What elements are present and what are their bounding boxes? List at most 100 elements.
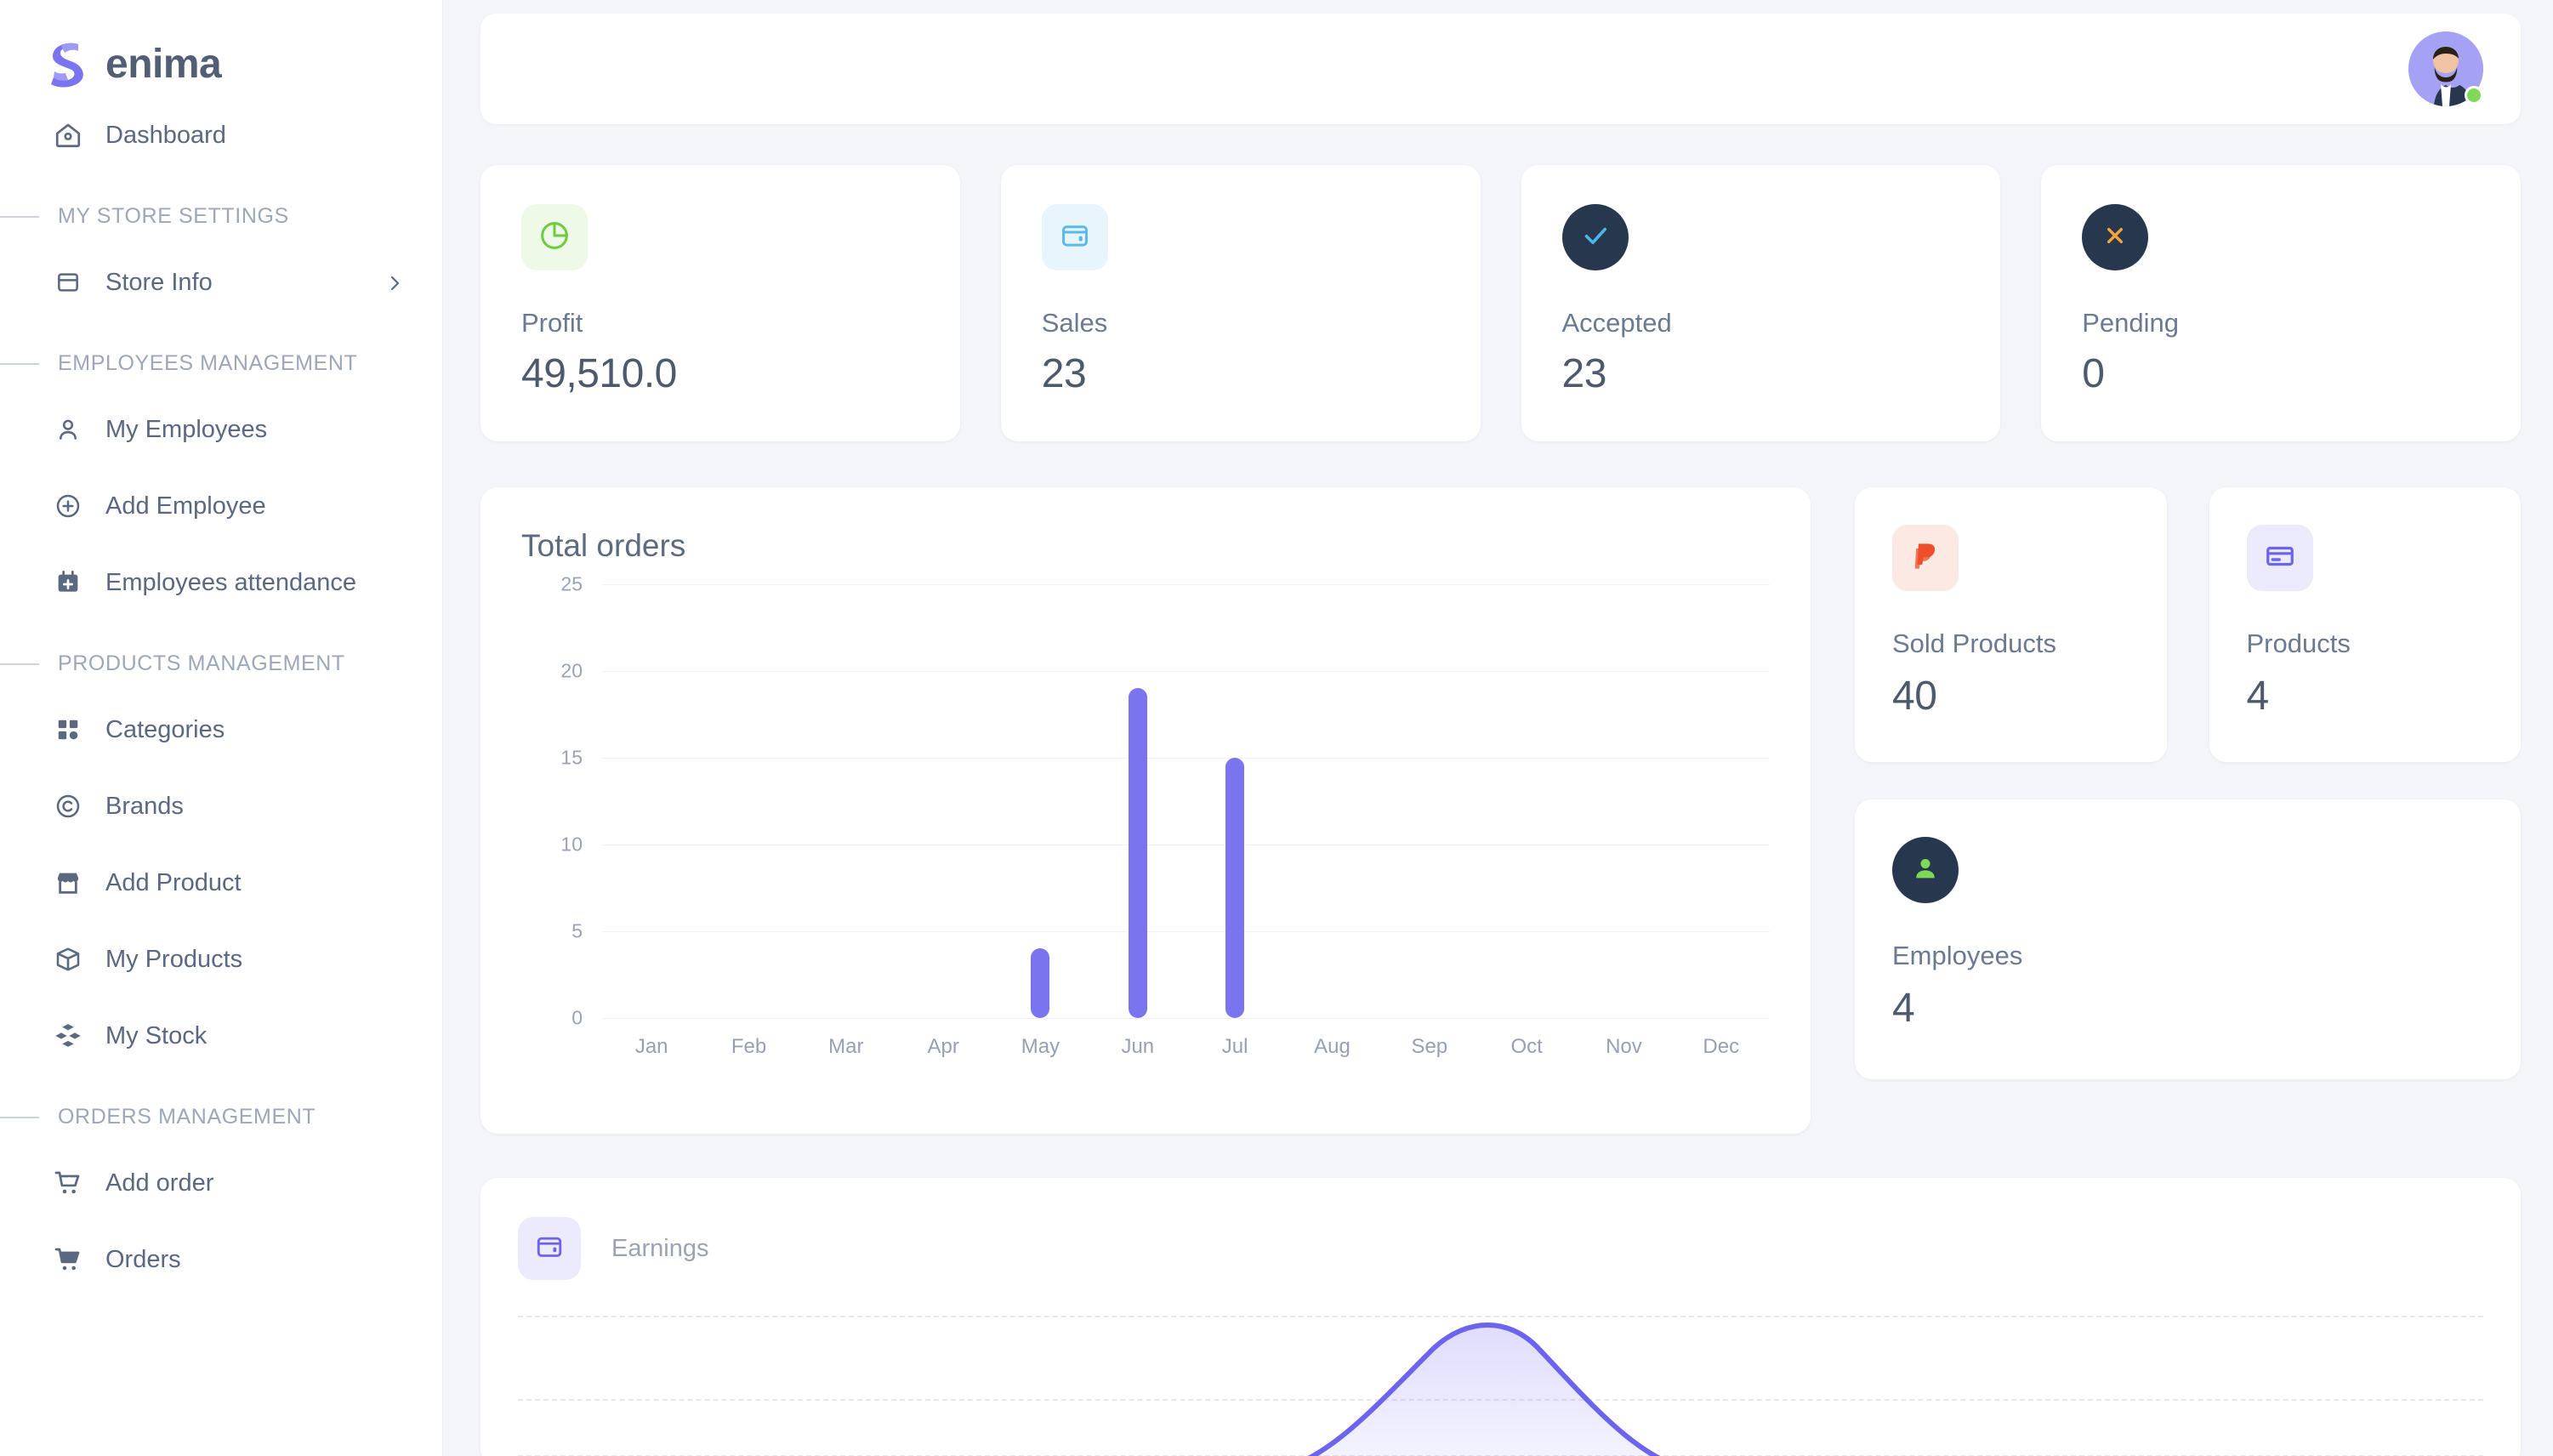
bar-column[interactable] xyxy=(1186,584,1283,1018)
section-divider xyxy=(0,362,39,365)
sidebar-item-add-product[interactable]: Add Product xyxy=(0,845,442,921)
bar-column[interactable] xyxy=(895,584,992,1018)
stat-label: Pending xyxy=(2082,308,2180,338)
bar-column[interactable] xyxy=(603,584,700,1018)
home-icon xyxy=(53,120,83,151)
brand[interactable]: enima xyxy=(0,24,442,97)
bar[interactable] xyxy=(1225,758,1245,1018)
stat-value: 40 xyxy=(1892,674,1937,719)
sidebar-item-dashboard[interactable]: Dashboard xyxy=(0,97,442,173)
boxes-icon xyxy=(53,1021,83,1051)
stat-label: Accepted xyxy=(1561,308,1672,338)
bar-column[interactable] xyxy=(700,584,797,1018)
x-tick-label: Oct xyxy=(1510,1035,1543,1058)
x-tick-label: Aug xyxy=(1314,1035,1350,1058)
x-tick-label: Jul xyxy=(1221,1035,1248,1058)
sidebar-item-my-employees[interactable]: My Employees xyxy=(0,391,442,468)
wallet-icon xyxy=(534,1231,565,1266)
bar-column[interactable] xyxy=(1283,584,1380,1018)
bar[interactable] xyxy=(1031,948,1050,1018)
check-icon xyxy=(1580,220,1611,255)
person-icon xyxy=(1910,853,1941,888)
stat-card-profit[interactable]: Profit 49,510.0 xyxy=(480,165,960,441)
topbar xyxy=(480,14,2521,124)
stat-card-employees[interactable]: Employees 4 xyxy=(1855,799,2521,1079)
stat-card-sales[interactable]: Sales 23 xyxy=(1000,165,1481,441)
bar-column[interactable] xyxy=(1381,584,1478,1018)
calendar-plus-icon xyxy=(53,567,83,598)
stat-value: 23 xyxy=(1561,351,1607,396)
close-tile xyxy=(2082,204,2149,270)
sidebar-item-my-products[interactable]: My Products xyxy=(0,921,442,998)
x-tick-label: May xyxy=(1021,1035,1060,1058)
store-icon xyxy=(53,867,83,898)
sidebar-item-label: Add order xyxy=(105,1169,214,1197)
stat-label: Profit xyxy=(521,308,583,338)
bar-column[interactable] xyxy=(1673,584,1770,1018)
y-tick-label: 25 xyxy=(560,572,583,595)
section-title: PRODUCTS MANAGEMENT xyxy=(58,651,345,675)
sidebar-item-employees-attendance[interactable]: Employees attendance xyxy=(0,544,442,621)
chart-title: Total orders xyxy=(521,528,686,563)
box-icon xyxy=(53,944,83,975)
sidebar-item-label: Add Employee xyxy=(105,492,266,520)
section-divider xyxy=(0,663,39,665)
sidebar-item-label: Store Info xyxy=(105,268,213,296)
sidebar-item-brands[interactable]: Brands xyxy=(0,768,442,845)
main-content: Profit 49,510.0 Sales 23 Accepted 23 Pen… xyxy=(443,0,2553,1456)
bar-column[interactable] xyxy=(1575,584,1672,1018)
bar-column[interactable] xyxy=(798,584,895,1018)
y-tick-label: 10 xyxy=(560,833,583,856)
chart-bars xyxy=(603,584,1770,1018)
earnings-card: Earnings xyxy=(480,1178,2521,1456)
sidebar-section-orders: ORDERS MANAGEMENT xyxy=(0,1105,442,1129)
sidebar-item-my-stock[interactable]: My Stock xyxy=(0,998,442,1074)
side-cards-row: Sold Products 40 Products 4 xyxy=(1855,487,2521,762)
pie-chart-tile xyxy=(521,204,588,270)
gridline xyxy=(603,1018,1770,1019)
section-divider xyxy=(0,215,39,218)
sidebar-item-label: My Employees xyxy=(105,415,268,443)
sidebar-section-store: MY STORE SETTINGS xyxy=(0,204,442,229)
credit-card-icon xyxy=(2264,540,2296,577)
bar-column[interactable] xyxy=(992,584,1089,1018)
stat-value: 4 xyxy=(1892,986,1915,1031)
sidebar-item-add-order[interactable]: Add order xyxy=(0,1145,442,1221)
bar-column[interactable] xyxy=(1089,584,1186,1018)
close-x-icon xyxy=(2101,222,2129,253)
s-logo-icon xyxy=(44,39,90,88)
sidebar-item-categories[interactable]: Categories xyxy=(0,691,442,768)
x-tick-label: Jan xyxy=(634,1035,668,1058)
sidebar-item-store-info[interactable]: Store Info xyxy=(0,244,442,321)
check-tile xyxy=(1561,204,1629,270)
bar-chart: 0 5 10 15 20 25 Jan Feb Mar Apr May Jun Jul Aug Sep Oc… xyxy=(521,573,1770,1086)
x-tick-label: Nov xyxy=(1606,1035,1642,1058)
sidebar-item-label: My Products xyxy=(105,945,243,973)
sidebar: enima Dashboard MY STORE SETTINGS Store … xyxy=(0,0,443,1456)
wallet-icon xyxy=(1059,219,1091,256)
bar[interactable] xyxy=(1128,688,1147,1018)
earnings-title: Earnings xyxy=(611,1234,709,1262)
avatar[interactable] xyxy=(2408,31,2483,106)
user-icon xyxy=(53,414,83,445)
copyright-icon xyxy=(53,791,83,822)
chevron-right-icon[interactable] xyxy=(384,272,405,293)
stat-card-products[interactable]: Products 4 xyxy=(2209,487,2521,762)
sidebar-item-orders[interactable]: Orders xyxy=(0,1221,442,1298)
stat-value: 0 xyxy=(2082,351,2105,396)
person-tile xyxy=(1892,837,1959,903)
sidebar-item-label: Orders xyxy=(105,1245,181,1273)
sidebar-item-add-employee[interactable]: Add Employee xyxy=(0,468,442,544)
stat-card-sold-products[interactable]: Sold Products 40 xyxy=(1855,487,2167,762)
stat-card-pending[interactable]: Pending 0 xyxy=(2041,165,2521,441)
stat-card-accepted[interactable]: Accepted 23 xyxy=(1521,165,2001,441)
stat-value: 4 xyxy=(2246,674,2270,719)
y-axis-labels: 0 5 10 15 20 25 xyxy=(521,573,583,1029)
wallet-tile xyxy=(1041,204,1108,270)
x-tick-label: Jun xyxy=(1121,1035,1155,1058)
x-tick-label: Dec xyxy=(1703,1035,1740,1058)
bar-column[interactable] xyxy=(1478,584,1575,1018)
cart-plus-icon xyxy=(53,1168,83,1198)
total-orders-chart-card: Total orders 0 5 10 15 20 25 Jan Feb Mar Apr May J… xyxy=(480,487,1811,1134)
sidebar-section-employees: EMPLOYEES MANAGEMENT xyxy=(0,351,442,376)
